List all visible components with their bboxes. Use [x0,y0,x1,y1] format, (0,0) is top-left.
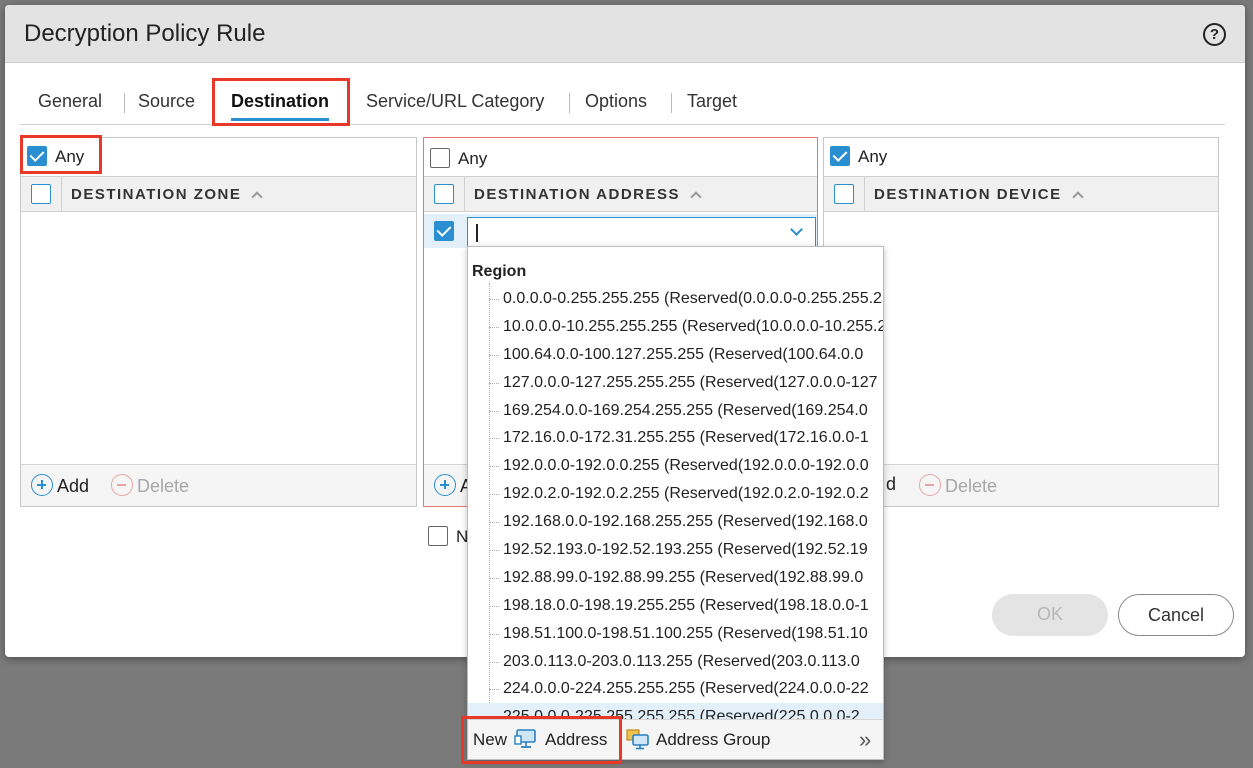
select-all-checkbox[interactable] [434,184,454,204]
device-add-button[interactable]: d [886,474,896,495]
address-combobox-input[interactable] [467,217,816,247]
header-divider [464,177,465,211]
delete-icon [111,474,133,496]
dropdown-footer: New Address Address Group » [468,719,883,759]
add-icon [434,474,456,496]
dialog-title: Decryption Policy Rule [24,20,266,47]
help-icon[interactable]: ? [1203,23,1226,46]
device-any-label: Any [858,147,888,166]
select-all-checkbox[interactable] [834,184,854,204]
address-any-label: Any [458,149,488,168]
region-list: 0.0.0.0-0.255.255.255 (Reserved(0.0.0.0-… [468,285,883,732]
new-address-button[interactable]: Address [545,730,607,750]
zone-header-label[interactable]: DESTINATION ZONE [71,186,264,203]
region-option[interactable]: 192.52.193.0-192.52.193.255 (Reserved(19… [468,536,883,564]
region-option[interactable]: 192.0.2.0-192.0.2.255 (Reserved(192.0.2.… [468,480,883,508]
region-option[interactable]: 198.51.100.0-198.51.100.255 (Reserved(19… [468,620,883,648]
tab-options[interactable]: Options [585,91,647,112]
zone-panel-footer: Add Delete [21,464,416,506]
region-option[interactable]: 198.18.0.0-198.19.255.255 (Reserved(198.… [468,592,883,620]
header-divider [61,177,62,211]
zone-delete-button[interactable]: Delete [111,474,189,497]
tab-separator [124,93,125,113]
address-edit-row [424,214,817,248]
tab-destination[interactable]: Destination [231,91,330,121]
row-checkbox[interactable] [434,221,454,241]
region-section-label: Region [472,263,527,280]
device-column-header: DESTINATION DEVICE [824,176,1218,212]
sort-ascending-icon [1071,191,1084,203]
tab-service-url-category[interactable]: Service/URL Category [366,91,544,112]
cancel-button[interactable]: Cancel [1118,594,1234,636]
new-label: New [473,730,508,749]
address-group-icon [626,729,649,750]
sort-ascending-icon [251,191,264,203]
checkbox[interactable] [830,146,850,166]
region-option[interactable]: 169.254.0.0-169.254.255.255 (Reserved(16… [468,397,883,425]
region-option[interactable]: 127.0.0.0-127.255.255.255 (Reserved(127.… [468,369,883,397]
checkbox[interactable] [27,146,47,166]
destination-zone-panel: Any DESTINATION ZONE Add Delete [20,137,417,507]
region-option[interactable]: 203.0.113.0-203.0.113.255 (Reserved(203.… [468,648,883,676]
zone-add-label: Add [57,476,90,496]
region-option[interactable]: 192.88.99.0-192.88.99.255 (Reserved(192.… [468,564,883,592]
address-dropdown: Region 0.0.0.0-0.255.255.255 (Reserved(0… [467,246,884,760]
zone-add-button[interactable]: Add [31,474,89,497]
ok-button[interactable]: OK [992,594,1108,636]
address-column-header: DESTINATION ADDRESS [424,176,817,212]
delete-icon [919,474,941,496]
chevron-down-icon[interactable] [790,223,803,236]
tab-general[interactable]: General [38,91,102,112]
checkbox[interactable] [428,526,448,546]
region-option[interactable]: 100.64.0.0-100.127.255.255 (Reserved(100… [468,341,883,369]
zone-header-text: DESTINATION ZONE [71,186,242,203]
region-option[interactable]: 10.0.0.0-10.255.255.255 (Reserved(10.0.0… [468,313,883,341]
region-option[interactable]: 0.0.0.0-0.255.255.255 (Reserved(0.0.0.0-… [468,285,883,313]
region-option[interactable]: 224.0.0.0-224.255.255.255 (Reserved(224.… [468,675,883,703]
device-delete-label: Delete [945,476,998,496]
region-option[interactable]: 172.16.0.0-172.31.255.255 (Reserved(172.… [468,424,883,452]
header-divider [864,177,865,211]
tab-bar: General Source Destination Service/URL C… [20,87,1225,125]
region-option[interactable]: 192.0.0.0-192.0.0.255 (Reserved(192.0.0.… [468,452,883,480]
checkbox[interactable] [430,148,450,168]
sort-ascending-icon [690,191,702,203]
select-all-checkbox[interactable] [31,184,51,204]
tab-source[interactable]: Source [138,91,195,112]
zone-any-label: Any [55,147,85,166]
more-options-icon[interactable]: » [859,727,871,753]
address-icon [514,729,536,748]
zone-column-header: DESTINATION ZONE [21,176,416,212]
dialog-titlebar: Decryption Policy Rule ? [5,5,1245,63]
device-delete-button[interactable]: Delete [919,474,997,497]
device-header-label[interactable]: DESTINATION DEVICE [874,186,1084,203]
text-cursor [476,224,478,242]
new-address-group-button[interactable]: Address Group [656,730,770,750]
device-header-text: DESTINATION DEVICE [874,186,1062,203]
tab-destination-label: Destination [231,91,330,111]
zone-delete-label: Delete [137,476,190,496]
region-option[interactable]: 192.168.0.0-192.168.255.255 (Reserved(19… [468,508,883,536]
address-header-text: DESTINATION ADDRESS [474,186,681,203]
tab-separator [671,93,672,113]
active-tab-underline [231,118,330,121]
add-icon [31,474,53,496]
tab-separator [569,93,570,113]
tab-target[interactable]: Target [687,91,737,112]
address-header-label[interactable]: DESTINATION ADDRESS [474,186,702,203]
